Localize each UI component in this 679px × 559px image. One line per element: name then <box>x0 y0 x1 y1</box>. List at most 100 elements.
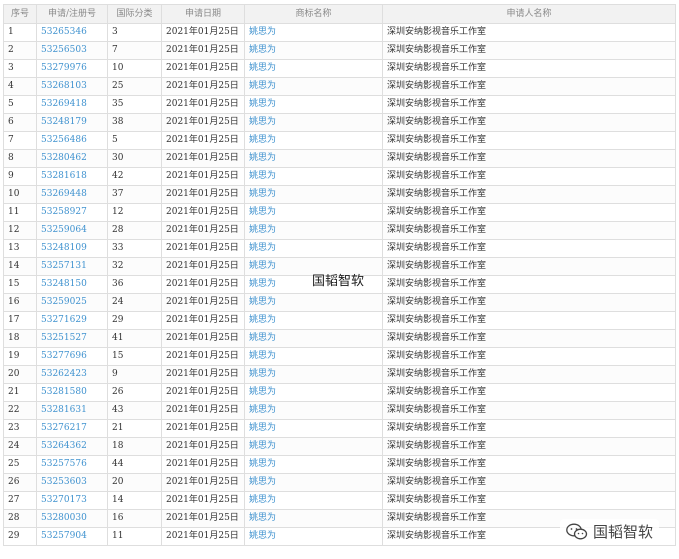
cell-mark-name[interactable]: 姚思为 <box>244 239 383 258</box>
cell-mark-name[interactable]: 姚思为 <box>244 509 383 528</box>
cell-mark-name[interactable]: 姚思为 <box>244 113 383 132</box>
cell-index: 6 <box>3 113 37 132</box>
cell-date: 2021年01月25日 <box>161 23 245 42</box>
column-header-class: 国际分类 <box>107 4 162 24</box>
cell-reg-no[interactable]: 53268103 <box>36 77 108 96</box>
cell-mark-name[interactable]: 姚思为 <box>244 203 383 222</box>
cell-applicant: 深圳安纳影视音乐工作室 <box>382 239 676 258</box>
cell-mark-name[interactable]: 姚思为 <box>244 491 383 510</box>
cell-applicant: 深圳安纳影视音乐工作室 <box>382 77 676 96</box>
cell-mark-name[interactable]: 姚思为 <box>244 383 383 402</box>
column-header-reg-no: 申请/注册号 <box>36 4 108 24</box>
cell-class: 7 <box>107 41 162 60</box>
cell-mark-name[interactable]: 姚思为 <box>244 455 383 474</box>
cell-reg-no[interactable]: 53257131 <box>36 257 108 276</box>
cell-reg-no[interactable]: 53253603 <box>36 473 108 492</box>
cell-applicant: 深圳安纳影视音乐工作室 <box>382 149 676 168</box>
cell-mark-name[interactable]: 姚思为 <box>244 149 383 168</box>
cell-reg-no[interactable]: 53256503 <box>36 41 108 60</box>
cell-reg-no[interactable]: 53280030 <box>36 509 108 528</box>
cell-index: 29 <box>3 527 37 546</box>
cell-class: 11 <box>107 527 162 546</box>
cell-reg-no[interactable]: 53265346 <box>36 23 108 42</box>
cell-reg-no[interactable]: 53257904 <box>36 527 108 546</box>
cell-mark-name[interactable]: 姚思为 <box>244 311 383 330</box>
cell-index: 9 <box>3 167 37 186</box>
cell-mark-name[interactable]: 姚思为 <box>244 77 383 96</box>
cell-mark-name[interactable]: 姚思为 <box>244 473 383 492</box>
cell-reg-no[interactable]: 53256486 <box>36 131 108 150</box>
cell-class: 37 <box>107 185 162 204</box>
cell-applicant: 深圳安纳影视音乐工作室 <box>382 401 676 420</box>
cell-reg-no[interactable]: 53269448 <box>36 185 108 204</box>
cell-reg-no[interactable]: 53248150 <box>36 275 108 294</box>
cell-mark-name[interactable]: 姚思为 <box>244 419 383 438</box>
cell-reg-no[interactable]: 53264362 <box>36 437 108 456</box>
table-header: 序号 申请/注册号 国际分类 申请日期 商标名称 申请人名称 <box>3 4 676 24</box>
cell-applicant: 深圳安纳影视音乐工作室 <box>382 113 676 132</box>
cell-reg-no[interactable]: 53262423 <box>36 365 108 384</box>
cell-mark-name[interactable]: 姚思为 <box>244 221 383 240</box>
cell-reg-no[interactable]: 53280462 <box>36 149 108 168</box>
cell-class: 38 <box>107 113 162 132</box>
cell-date: 2021年01月25日 <box>161 473 245 492</box>
cell-date: 2021年01月25日 <box>161 527 245 546</box>
cell-class: 12 <box>107 203 162 222</box>
cell-reg-no[interactable]: 53270173 <box>36 491 108 510</box>
cell-mark-name[interactable]: 姚思为 <box>244 95 383 114</box>
cell-class: 41 <box>107 329 162 348</box>
cell-index: 26 <box>3 473 37 492</box>
cell-date: 2021年01月25日 <box>161 293 245 312</box>
cell-date: 2021年01月25日 <box>161 239 245 258</box>
cell-reg-no[interactable]: 53269418 <box>36 95 108 114</box>
cell-reg-no[interactable]: 53248109 <box>36 239 108 258</box>
table-row: 22 53281631 43 2021年01月25日 姚思为 深圳安纳影视音乐工作室 <box>3 401 676 420</box>
cell-reg-no[interactable]: 53279976 <box>36 59 108 78</box>
header-row: 序号 申请/注册号 国际分类 申请日期 商标名称 申请人名称 <box>3 4 676 24</box>
cell-index: 19 <box>3 347 37 366</box>
cell-date: 2021年01月25日 <box>161 509 245 528</box>
cell-mark-name[interactable]: 姚思为 <box>244 329 383 348</box>
table-row: 19 53277696 15 2021年01月25日 姚思为 深圳安纳影视音乐工作室 <box>3 347 676 366</box>
cell-mark-name[interactable]: 姚思为 <box>244 527 383 546</box>
cell-class: 35 <box>107 95 162 114</box>
cell-mark-name[interactable]: 姚思为 <box>244 347 383 366</box>
watermark-corner: 国韬智软 <box>560 519 660 544</box>
cell-mark-name[interactable]: 姚思为 <box>244 59 383 78</box>
cell-reg-no[interactable]: 53259025 <box>36 293 108 312</box>
cell-reg-no[interactable]: 53251527 <box>36 329 108 348</box>
cell-index: 22 <box>3 401 37 420</box>
cell-reg-no[interactable]: 53281631 <box>36 401 108 420</box>
cell-mark-name[interactable]: 姚思为 <box>244 365 383 384</box>
cell-index: 8 <box>3 149 37 168</box>
cell-index: 4 <box>3 77 37 96</box>
cell-index: 25 <box>3 455 37 474</box>
cell-reg-no[interactable]: 53281618 <box>36 167 108 186</box>
cell-reg-no[interactable]: 53281580 <box>36 383 108 402</box>
cell-mark-name[interactable]: 姚思为 <box>244 293 383 312</box>
column-header-mark-name: 商标名称 <box>244 4 383 24</box>
cell-mark-name[interactable]: 姚思为 <box>244 401 383 420</box>
cell-date: 2021年01月25日 <box>161 185 245 204</box>
cell-mark-name[interactable]: 姚思为 <box>244 23 383 42</box>
cell-reg-no[interactable]: 53248179 <box>36 113 108 132</box>
cell-index: 5 <box>3 95 37 114</box>
cell-mark-name[interactable]: 姚思为 <box>244 167 383 186</box>
cell-reg-no[interactable]: 53277696 <box>36 347 108 366</box>
cell-mark-name[interactable]: 姚思为 <box>244 41 383 60</box>
cell-class: 32 <box>107 257 162 276</box>
table-row: 2 53256503 7 2021年01月25日 姚思为 深圳安纳影视音乐工作室 <box>3 41 676 60</box>
cell-reg-no[interactable]: 53271629 <box>36 311 108 330</box>
cell-mark-name[interactable]: 姚思为 <box>244 131 383 150</box>
cell-date: 2021年01月25日 <box>161 203 245 222</box>
cell-applicant: 深圳安纳影视音乐工作室 <box>382 473 676 492</box>
cell-reg-no[interactable]: 53259064 <box>36 221 108 240</box>
cell-date: 2021年01月25日 <box>161 491 245 510</box>
cell-reg-no[interactable]: 53276217 <box>36 419 108 438</box>
cell-mark-name[interactable]: 姚思为 <box>244 437 383 456</box>
cell-reg-no[interactable]: 53258927 <box>36 203 108 222</box>
cell-applicant: 深圳安纳影视音乐工作室 <box>382 365 676 384</box>
cell-mark-name[interactable]: 姚思为 <box>244 185 383 204</box>
cell-index: 2 <box>3 41 37 60</box>
cell-reg-no[interactable]: 53257576 <box>36 455 108 474</box>
